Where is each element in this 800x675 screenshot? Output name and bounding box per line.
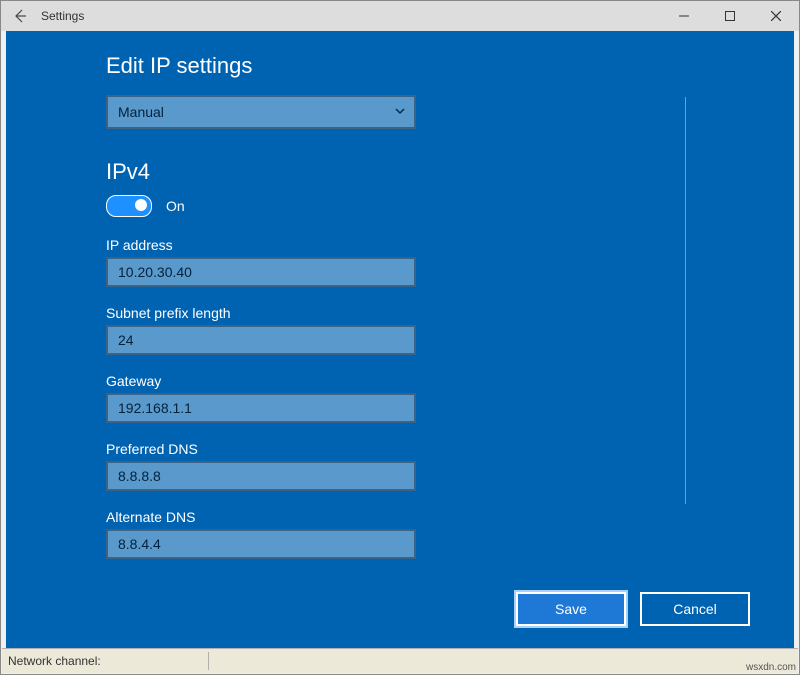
window-controls [661,1,799,31]
minimize-button[interactable] [661,1,707,31]
watermark: wsxdn.com [746,662,796,673]
chevron-down-icon [394,104,406,120]
ipv4-heading: IPv4 [106,159,794,185]
ipv4-toggle-row: On [106,195,794,217]
alternate-dns-input[interactable]: 8.8.4.4 [106,529,416,559]
network-channel-label: Network channel: [8,652,209,670]
ip-mode-select[interactable]: Manual [106,95,416,129]
alternate-dns-value: 8.8.4.4 [118,536,161,552]
preferred-dns-label: Preferred DNS [106,441,794,457]
cancel-button-label: Cancel [673,601,717,617]
save-button[interactable]: Save [516,592,626,626]
ip-address-input[interactable]: 10.20.30.40 [106,257,416,287]
subnet-prefix-value: 24 [118,332,134,348]
arrow-left-icon [12,8,28,24]
edit-ip-settings-modal: Edit IP settings Manual IPv4 On IP addre… [6,31,794,648]
preferred-dns-input[interactable]: 8.8.8.8 [106,461,416,491]
preferred-dns-value: 8.8.8.8 [118,468,161,484]
ip-mode-selected-value: Manual [118,104,164,120]
window-title: Settings [39,9,84,23]
ipv4-toggle[interactable] [106,195,152,217]
subnet-prefix-input[interactable]: 24 [106,325,416,355]
alternate-dns-label: Alternate DNS [106,509,794,525]
close-button[interactable] [753,1,799,31]
ipv4-toggle-label: On [166,198,185,214]
maximize-icon [725,11,735,21]
minimize-icon [679,11,689,21]
titlebar: Settings [1,1,799,31]
close-icon [771,11,781,21]
back-button[interactable] [1,1,39,31]
subnet-prefix-label: Subnet prefix length [106,305,794,321]
modal-title: Edit IP settings [106,53,794,79]
settings-window: Settings Edit IP settings Manual [0,0,800,675]
ip-address-label: IP address [106,237,794,253]
vertical-divider [685,97,686,504]
button-row: Save Cancel [516,592,750,626]
gateway-label: Gateway [106,373,794,389]
gateway-value: 192.168.1.1 [118,400,192,416]
maximize-button[interactable] [707,1,753,31]
toggle-knob [135,199,147,211]
save-button-label: Save [555,601,587,617]
cancel-button[interactable]: Cancel [640,592,750,626]
footer-strip: Network channel: [2,648,798,673]
gateway-input[interactable]: 192.168.1.1 [106,393,416,423]
ip-address-value: 10.20.30.40 [118,264,192,280]
